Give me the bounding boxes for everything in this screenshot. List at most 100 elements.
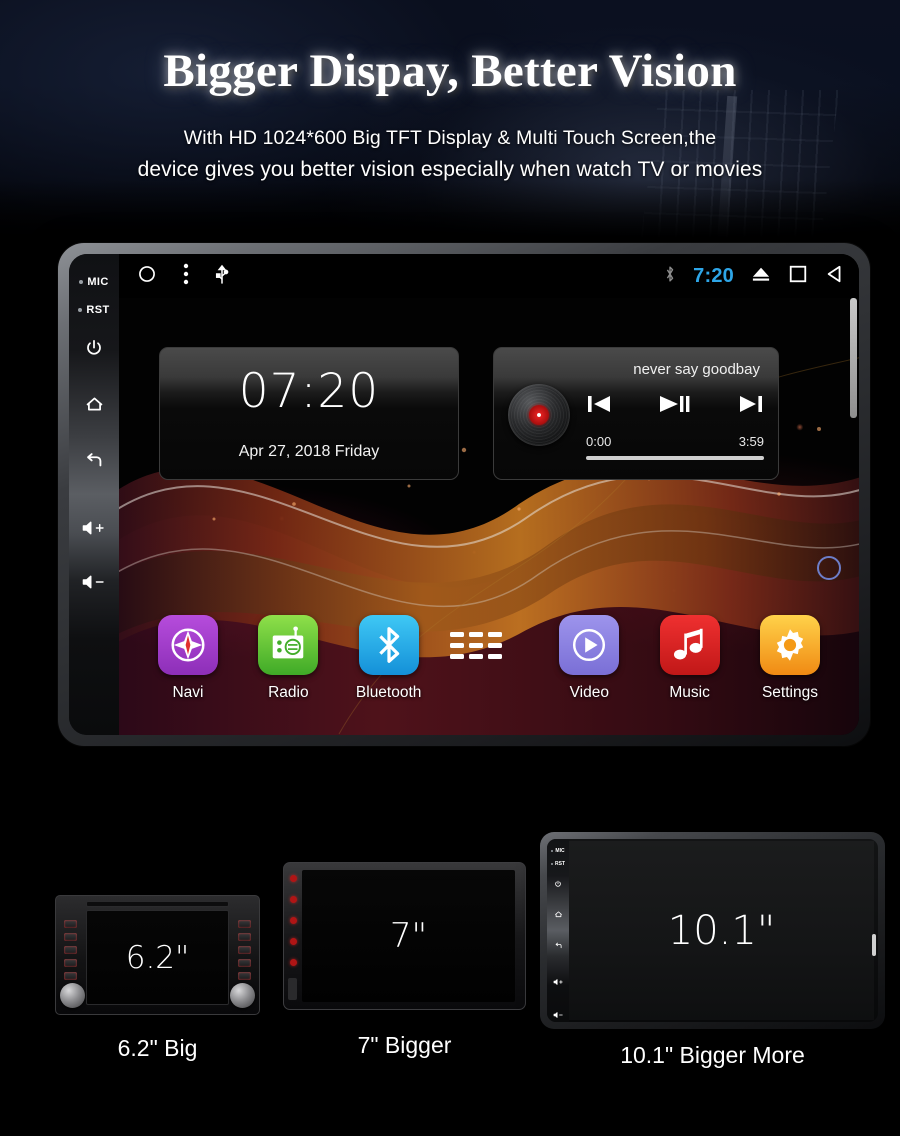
clock-widget-date: Apr 27, 2018 Friday	[238, 443, 380, 460]
music-widget-song-title: never say goodbay	[633, 361, 760, 378]
app-bluetooth-label: Bluetooth	[355, 684, 422, 701]
bluetooth-icon-tile	[358, 615, 419, 675]
app-grid[interactable]	[446, 615, 532, 684]
unit-7-inch: 7" 7" Bigger	[283, 862, 526, 1058]
previous-track-button[interactable]	[586, 392, 612, 421]
volume-up-icon	[82, 521, 104, 535]
hard-key	[238, 959, 251, 967]
hard-key	[238, 946, 251, 954]
home-button[interactable]	[69, 394, 119, 415]
app-music[interactable]: Music	[647, 615, 733, 702]
app-settings[interactable]: Settings	[747, 615, 833, 702]
size-comparison-section: 6.2" 6.2" Big 7" 7" Bigger MIC RST 10.1"…	[0, 790, 900, 1136]
clock-widget[interactable]: 07:20 Apr 27, 2018 Friday	[159, 347, 459, 480]
bluetooth-icon	[664, 264, 676, 289]
back-button[interactable]	[69, 449, 119, 471]
hard-key	[64, 933, 77, 941]
unit-7-body: 7"	[283, 862, 526, 1010]
navi-icon-tile	[158, 615, 218, 675]
app-video[interactable]: Video	[546, 615, 632, 702]
screen-scrollbar[interactable]	[850, 298, 857, 418]
music-elapsed-time: 0:00	[586, 434, 612, 449]
music-note-icon	[673, 628, 703, 660]
music-progress-bar[interactable]	[586, 456, 764, 460]
app-radio[interactable]: Radio	[245, 615, 331, 702]
app-navi[interactable]: Navi	[145, 615, 231, 702]
unit-10-1-back-button[interactable]	[554, 937, 563, 955]
unit-6-2-inch: 6.2" 6.2" Big	[55, 895, 260, 1061]
unit-10-1-inner: MIC RST 10.1"	[547, 839, 878, 1022]
unit-10-1-power-button[interactable]	[554, 875, 562, 893]
unit-6-2-screen-text: 6.2"	[86, 910, 229, 1005]
grid-dash	[487, 642, 502, 648]
unit-10-1-key-column: MIC RST	[547, 839, 569, 1022]
unit-10-1-volume-down-button[interactable]	[553, 1006, 564, 1022]
reset-label: RST	[86, 304, 110, 316]
unit-10-1-home-button[interactable]	[554, 906, 563, 924]
power-icon	[87, 340, 101, 355]
home-icon	[554, 911, 562, 918]
unit-6-2-caption: 6.2" Big	[117, 1035, 198, 1061]
app-video-label: Video	[569, 684, 609, 701]
hardware-key-column: MIC RST	[69, 254, 119, 735]
app-bluetooth[interactable]: Bluetooth	[346, 615, 432, 702]
eject-icon[interactable]	[751, 265, 771, 288]
grid-dash	[468, 631, 483, 637]
volume-up-button[interactable]	[69, 519, 119, 537]
reset-indicator[interactable]: RST	[69, 304, 119, 316]
grid-dash	[487, 631, 502, 637]
status-bar-left-icons	[137, 263, 229, 290]
volume-down-icon	[553, 1012, 563, 1018]
music-duration: 3:59	[738, 434, 764, 449]
unit-7-sd-slot	[288, 978, 297, 1000]
unit-10-1-caption: 10.1" Bigger More	[620, 1042, 805, 1068]
page-title: Bigger Dispay, Better Vision	[163, 45, 737, 97]
radio-icon-tile	[258, 615, 319, 675]
power-button[interactable]	[69, 338, 119, 358]
power-icon	[555, 880, 561, 887]
unit-10-1-volume-up-button[interactable]	[553, 973, 564, 991]
usb-icon[interactable]	[215, 263, 229, 290]
hard-key	[64, 972, 77, 980]
grid-row	[449, 631, 502, 637]
reset-dot-icon	[551, 863, 553, 865]
grid-dash	[487, 653, 502, 659]
unit-10-1-screen-text: 10.1"	[569, 841, 874, 1020]
volume-up-icon	[553, 979, 563, 985]
hard-key	[238, 933, 251, 941]
mic-dot-icon	[551, 850, 554, 852]
back-arrow-icon	[555, 942, 562, 949]
play-circle-icon	[573, 628, 606, 662]
radio-icon	[273, 626, 304, 659]
unit-7-caption: 7" Bigger	[357, 1032, 452, 1058]
music-widget[interactable]: never say goodbay 0:00 3:59	[493, 347, 779, 480]
mic-indicator: MIC	[69, 276, 119, 288]
touchscreen[interactable]: 7:20 07:20 Apr 27, 2018 Friday never say…	[119, 254, 859, 735]
app-settings-label: Settings	[761, 684, 818, 701]
app-navi-label: Navi	[172, 684, 204, 701]
hard-key	[64, 959, 77, 967]
grid-dash	[449, 631, 464, 637]
circle-icon[interactable]	[137, 264, 157, 289]
recents-square-icon[interactable]	[788, 264, 808, 289]
music-time-labels: 0:00 3:59	[586, 434, 764, 449]
unit-6-2-left-knob[interactable]	[60, 983, 85, 1008]
hard-key	[290, 917, 297, 924]
hard-key	[290, 938, 297, 945]
unit-7-screen-text: 7"	[302, 870, 515, 1002]
app-music-label: Music	[669, 684, 710, 701]
status-bar: 7:20	[119, 254, 859, 298]
unit-10-1-mic-label: MIC	[551, 848, 565, 854]
unit-6-2-right-knob[interactable]	[230, 983, 255, 1008]
grid-dash	[468, 653, 483, 659]
home-icon	[85, 397, 103, 411]
back-triangle-icon[interactable]	[825, 264, 845, 289]
volume-down-button[interactable]	[69, 573, 119, 591]
play-pause-button[interactable]	[658, 392, 692, 421]
grid-row	[449, 653, 502, 659]
overflow-menu-icon[interactable]	[183, 263, 189, 290]
app-grid-icon	[446, 615, 506, 675]
music-icon-tile	[659, 615, 720, 675]
next-track-button[interactable]	[738, 392, 764, 421]
status-bar-right-icons: 7:20	[664, 264, 845, 289]
